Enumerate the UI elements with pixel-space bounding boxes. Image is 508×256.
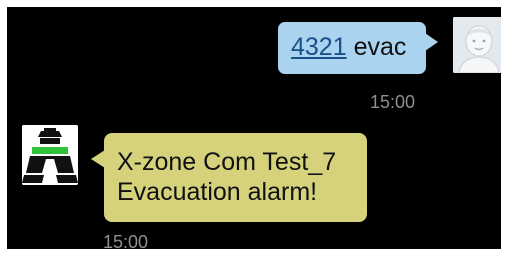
incoming-message-line-2: Evacuation alarm! bbox=[117, 178, 318, 206]
outgoing-bubble-tail bbox=[425, 33, 438, 51]
incoming-bubble-tail bbox=[91, 150, 105, 168]
outgoing-message-text: 4321 evac bbox=[291, 33, 406, 62]
outgoing-message-body: evac bbox=[353, 33, 407, 61]
contact-avatar-icon[interactable] bbox=[453, 17, 501, 73]
message-thread: 4321 evac 15:00 X-zone Com Test_7 Evacua… bbox=[7, 7, 501, 249]
incoming-message-bubble[interactable]: X-zone Com Test_7 Evacuation alarm! bbox=[104, 133, 367, 222]
incoming-timestamp: 15:00 bbox=[103, 232, 149, 249]
x-zone-app-icon[interactable] bbox=[22, 125, 78, 185]
outgoing-message-bubble[interactable]: 4321 evac bbox=[278, 22, 426, 74]
phone-number-link[interactable]: 4321 bbox=[291, 33, 347, 61]
incoming-message-line-1: X-zone Com Test_7 bbox=[117, 148, 337, 176]
outgoing-timestamp: 15:00 bbox=[370, 92, 416, 112]
